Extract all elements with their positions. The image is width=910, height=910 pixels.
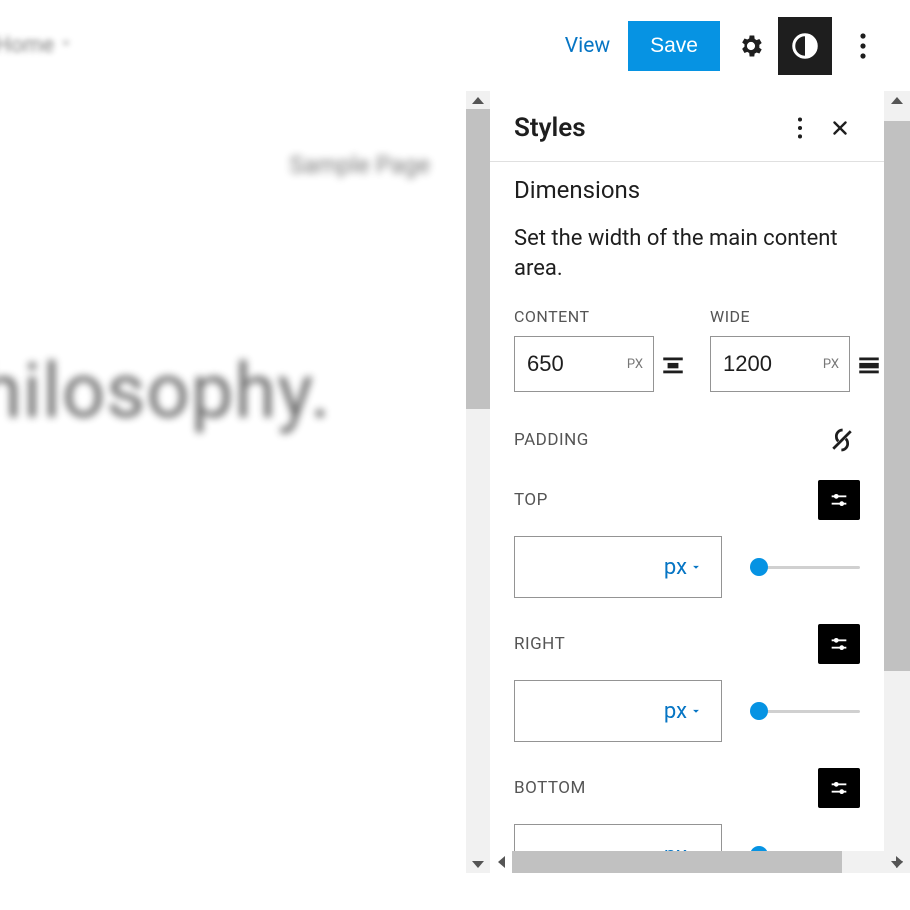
styles-toggle-button[interactable] [778,17,832,75]
padding-top-block: TOP px [490,460,884,604]
styles-panel: Styles Dimensions Set the width of the m… [490,91,884,873]
wide-width-field: WIDE PX [710,307,884,392]
close-icon [829,117,851,139]
triangle-left-icon [498,856,505,868]
page-scroll-up[interactable] [884,91,910,109]
padding-top-unit-select[interactable]: px [664,555,703,580]
padding-top-slider[interactable] [750,557,860,577]
wide-width-input-wrap[interactable]: PX [710,336,850,392]
panel-more-button[interactable] [780,117,820,139]
padding-right-input[interactable]: px [514,680,722,742]
save-button[interactable]: Save [628,21,720,71]
padding-right-unit-select[interactable]: px [664,699,703,724]
section-description: Set the width of the main content area. [490,212,884,307]
padding-bottom-custom-button[interactable] [818,768,860,808]
content-align-icon [660,336,694,392]
padding-sides-list: TOPpxRIGHTpxBOTTOMpxLEFT [490,460,884,873]
bottom-whitespace [0,873,910,910]
section-header: Dimensions [490,162,884,212]
width-controls-row: CONTENT PX WIDE PX [490,307,884,392]
nav-home-label: Home [0,33,54,58]
padding-top-label: TOP [514,490,818,510]
hscroll-right[interactable] [888,851,910,873]
padding-top-header: TOP [514,480,860,520]
gear-icon [737,32,765,60]
padding-right-block: RIGHT px [490,604,884,748]
more-vertical-icon [860,33,866,59]
padding-header: PADDING [490,392,884,460]
chevron-down-icon [49,33,75,58]
sliders-icon [828,777,850,799]
padding-top-input[interactable]: px [514,536,722,598]
panel-title: Styles [514,113,780,143]
canvas-hero-text: hilosophy. [0,346,331,436]
canvas-nav[interactable]: Home [0,33,547,58]
unlink-icon [827,425,857,455]
content-width-field: CONTENT PX [514,307,694,392]
hscroll-left[interactable] [490,851,512,873]
padding-top-custom-button[interactable] [818,480,860,520]
wide-align-icon [856,336,884,392]
page-scrollbar-track[interactable] [884,91,910,873]
panel-close-button[interactable] [820,117,860,139]
slider-thumb[interactable] [750,558,768,576]
padding-right-label: RIGHT [514,634,818,654]
triangle-right-icon [896,856,903,868]
padding-unlink-button[interactable] [824,422,860,458]
more-menu-button[interactable] [836,19,890,73]
panel-header: Styles [490,91,884,162]
padding-bottom-header: BOTTOM [514,768,860,808]
wide-width-label: WIDE [710,307,884,326]
padding-right-body: px [514,680,860,742]
panel-hscrollbar[interactable] [490,851,910,873]
padding-top-body: px [514,536,860,598]
content-width-input-wrap[interactable]: PX [514,336,654,392]
wide-width-input[interactable] [711,351,791,377]
padding-right-slider[interactable] [750,701,860,721]
slider-thumb[interactable] [750,702,768,720]
half-circle-icon [790,31,820,61]
sliders-icon [828,633,850,655]
sliders-icon [828,489,850,511]
section-title: Dimensions [514,176,860,204]
padding-bottom-label: BOTTOM [514,778,818,798]
padding-right-header: RIGHT [514,624,860,664]
triangle-up-icon [891,97,903,104]
wide-width-unit[interactable]: PX [823,357,839,372]
editor-canvas[interactable]: Sample Page hilosophy. [0,91,490,873]
view-link[interactable]: View [547,24,628,68]
page-scrollbar-thumb[interactable] [884,121,910,671]
content-width-input[interactable] [515,351,595,377]
top-toolbar: Home View Save [0,0,910,91]
toolbar-actions: View Save [547,17,890,75]
content-width-label: CONTENT [514,307,694,326]
padding-label: PADDING [514,430,824,450]
settings-button[interactable] [724,19,778,73]
hscroll-thumb[interactable] [512,851,842,873]
padding-right-custom-button[interactable] [818,624,860,664]
canvas-menu-link: Sample Page [289,151,430,179]
content-width-unit[interactable]: PX [627,357,643,372]
more-vertical-icon [789,117,811,139]
canvas-content: Sample Page hilosophy. [0,91,490,873]
